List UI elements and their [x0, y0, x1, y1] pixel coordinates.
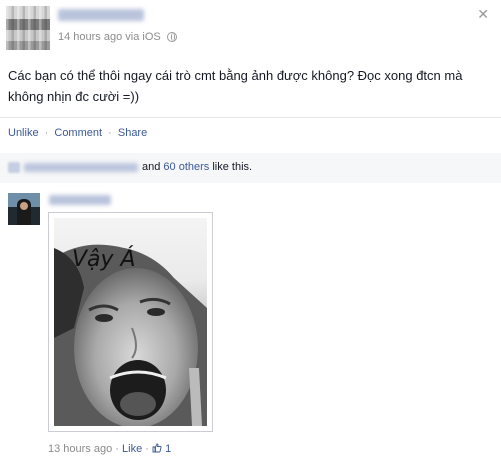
photo-image: Vậy Á — [54, 218, 207, 426]
unlike-link[interactable]: Unlike — [8, 127, 39, 139]
author-name-blurred[interactable] — [58, 9, 144, 21]
commenter-name-blurred[interactable] — [49, 195, 111, 205]
story-actions: Unlike · Comment · Share — [8, 127, 147, 139]
likers-names-blurred[interactable] — [24, 163, 138, 172]
likes-sentence: and 60 others like this. — [142, 161, 252, 173]
globe-icon[interactable] — [166, 32, 177, 42]
comment-link[interactable]: Comment — [54, 127, 102, 139]
post-source: via iOS — [125, 31, 161, 43]
like-icon — [8, 162, 20, 173]
photo-caption: Vậy Á — [72, 246, 136, 272]
others-link[interactable]: 60 others — [163, 161, 209, 173]
feed-story: 14 hours ago via iOS ✕ Các bạn có thể th… — [0, 0, 501, 462]
post-meta: 14 hours ago via iOS — [58, 31, 177, 43]
separator: · — [115, 443, 119, 455]
separator: · — [145, 443, 149, 455]
close-icon[interactable]: ✕ — [477, 6, 489, 23]
comment-like-count[interactable]: 1 — [165, 443, 171, 455]
separator: · — [108, 127, 112, 139]
comment-timestamp[interactable]: 13 hours ago — [48, 443, 112, 455]
comment-meta: 13 hours ago · Like · 1 — [48, 443, 171, 455]
photo-drawing: Vậy Á — [54, 244, 207, 426]
likes-suffix: like this. — [212, 161, 253, 173]
divider — [0, 117, 501, 118]
share-link[interactable]: Share — [118, 127, 147, 139]
comment-like-link[interactable]: Like — [122, 443, 142, 455]
thumbs-up-icon[interactable] — [152, 443, 162, 453]
commenter-avatar[interactable] — [8, 193, 40, 225]
author-avatar[interactable] — [6, 6, 50, 50]
likes-bar: and 60 others like this. — [0, 153, 501, 183]
post-timestamp[interactable]: 14 hours ago — [58, 31, 122, 43]
status-text: Các bạn có thể thôi ngay cái trò cmt bằn… — [8, 68, 463, 104]
separator: · — [44, 127, 49, 139]
likes-and: and — [142, 161, 161, 173]
comment-photo[interactable]: Vậy Á — [48, 212, 213, 432]
